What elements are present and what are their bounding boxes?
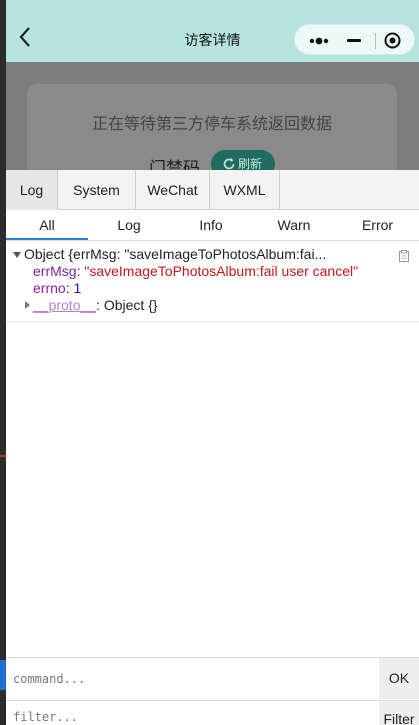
log-entry: Object {errMsg: "saveImageToPhotosAlbum:… xyxy=(6,242,419,322)
devtools-panel: Log System WeChat WXML All Log Info Warn… xyxy=(6,170,419,725)
filter-input[interactable] xyxy=(6,701,379,725)
screen: 访客详情 正在等待第三方停车系统返回数据 门禁码 刷新 Log System W… xyxy=(0,0,419,725)
level-tab-warn[interactable]: Warn xyxy=(252,210,336,240)
errmsg-value: "saveImageToPhotosAlbum:fail user cancel… xyxy=(84,263,359,279)
level-tab-all[interactable]: All xyxy=(6,210,88,240)
proto-expand-icon[interactable] xyxy=(25,301,30,309)
navigation-bar: 访客详情 xyxy=(6,0,419,62)
level-tab-error[interactable]: Error xyxy=(336,210,419,240)
refresh-icon xyxy=(223,158,235,170)
level-tab-info[interactable]: Info xyxy=(170,210,252,240)
gate-code-label: 门禁码 xyxy=(149,159,200,170)
panel-tab-bar: Log System WeChat WXML xyxy=(6,170,419,210)
level-tab-log[interactable]: Log xyxy=(88,210,170,240)
clipboard-icon[interactable] xyxy=(399,249,409,262)
expand-toggle-icon[interactable] xyxy=(13,252,21,258)
errno-row: errno: 1 xyxy=(33,280,82,296)
errno-value: 1 xyxy=(73,280,82,296)
refresh-label: 刷新 xyxy=(238,157,263,170)
minimize-icon[interactable] xyxy=(347,39,361,42)
filter-bar: Filter xyxy=(6,700,419,725)
log-summary[interactable]: Object {errMsg: "saveImageToPhotosAlbum:… xyxy=(24,246,326,262)
target-icon[interactable] xyxy=(384,32,401,49)
tab-log[interactable]: Log xyxy=(6,170,58,210)
filter-button[interactable]: Filter xyxy=(379,701,419,725)
status-card: 正在等待第三方停车系统返回数据 门禁码 刷新 xyxy=(27,84,397,170)
errno-key: errno xyxy=(33,280,66,296)
proto-key: __proto__ xyxy=(33,297,97,313)
more-dots-icon[interactable] xyxy=(307,34,337,46)
level-filter-bar: All Log Info Warn Error xyxy=(6,210,419,241)
mini-program-view: 访客详情 正在等待第三方停车系统返回数据 门禁码 刷新 xyxy=(6,0,419,170)
command-input[interactable] xyxy=(6,658,379,699)
errmsg-key: errMsg xyxy=(33,263,77,279)
tab-system[interactable]: System xyxy=(58,170,136,210)
proto-value: : Object {} xyxy=(96,297,158,313)
command-bar: OK xyxy=(6,657,419,699)
capsule-divider xyxy=(375,33,376,49)
waiting-message: 正在等待第三方停车系统返回数据 xyxy=(91,116,332,133)
tab-wechat[interactable]: WeChat xyxy=(136,170,210,210)
proto-row[interactable]: __proto__: Object {} xyxy=(33,297,158,313)
refresh-button[interactable]: 刷新 xyxy=(211,150,275,170)
ok-button[interactable]: OK xyxy=(379,658,419,699)
tab-wxml[interactable]: WXML xyxy=(210,170,280,210)
errmsg-row: errMsg: "saveImageToPhotosAlbum:fail use… xyxy=(33,263,359,279)
capsule-menu xyxy=(294,24,415,55)
